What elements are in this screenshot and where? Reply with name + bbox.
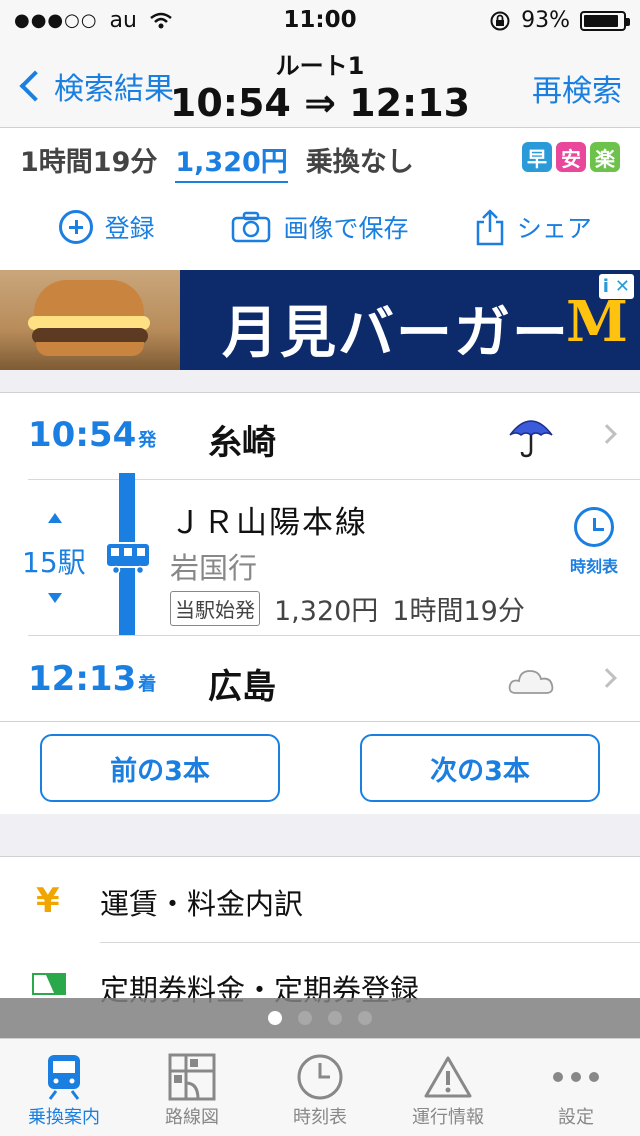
expand-up-icon[interactable] [48, 513, 62, 523]
chevron-right-icon [597, 668, 617, 688]
list-item-fare-breakdown[interactable]: ¥ 運賃・料金内訳 [0, 857, 640, 943]
rotation-lock-icon [490, 11, 510, 30]
transfer-count: 乗換なし [305, 147, 414, 178]
plus-circle-icon [58, 210, 93, 244]
tab-service-info[interactable]: 運行情報 [384, 1039, 512, 1136]
route-summary: 1時間19分 1,320円 乗換なし 早 安 楽 登録 画像で保存 シェア [0, 128, 640, 270]
origin-tag: 当駅始発 [170, 591, 260, 626]
share-button[interactable]: シェア [427, 208, 640, 246]
yen-icon: ¥ [36, 881, 60, 921]
badge-fastest: 早 [522, 142, 552, 172]
ad-banner[interactable]: 月見バーガー M i ✕ [0, 270, 640, 370]
page-dot [328, 1011, 342, 1025]
more-icon [553, 1072, 599, 1082]
prev-3-button[interactable]: 前の3本 [40, 734, 280, 802]
next-3-button[interactable]: 次の3本 [360, 734, 600, 802]
tab-label: 設定 [558, 1107, 594, 1128]
page-dot [358, 1011, 372, 1025]
ad-choices[interactable]: i ✕ [598, 274, 634, 299]
commuter-pass-icon [32, 973, 66, 995]
tab-label: 路線図 [165, 1107, 219, 1128]
page-dot [298, 1011, 312, 1025]
register-label: 登録 [104, 214, 155, 243]
clock-icon [297, 1054, 343, 1100]
timetable-button[interactable]: 時刻表 [562, 507, 626, 577]
navigation-bar: 検索結果 ルート1 10:54 ⇒ 12:13 再検索 [0, 40, 640, 128]
save-image-button[interactable]: 画像で保存 [213, 208, 426, 246]
burger-image [0, 270, 180, 370]
clock-icon [574, 507, 614, 547]
tab-transfer[interactable]: 乗換案内 [0, 1039, 128, 1136]
expand-down-icon[interactable] [48, 593, 62, 603]
mcdonalds-logo: M [566, 289, 628, 355]
station-count[interactable]: 15駅 [22, 541, 86, 581]
pagination-buttons: 前の3本 次の3本 [0, 722, 640, 814]
badge-cheapest: 安 [556, 142, 586, 172]
timetable-label: 時刻表 [569, 557, 618, 576]
departure-suffix: 発 [138, 430, 157, 451]
page-dot-active [268, 1011, 282, 1025]
departure-station: 糸崎 [208, 423, 276, 463]
departure-row[interactable]: 10:54 発 糸崎 [0, 393, 640, 479]
tab-label: 乗換案内 [28, 1107, 100, 1128]
arrival-row[interactable]: 12:13 着 広島 [0, 637, 640, 723]
tab-label: 運行情報 [412, 1107, 484, 1128]
train-icon [105, 542, 151, 575]
umbrella-icon [509, 420, 553, 458]
fare-breakdown-label: 運賃・料金内訳 [100, 887, 304, 921]
battery-percent: 93% [521, 8, 570, 33]
route-map-icon [168, 1053, 216, 1101]
info-list: ¥ 運賃・料金内訳 定期券料金・定期券登録 [0, 856, 640, 1007]
departure-time: 10:54 発 [28, 415, 157, 455]
arrival-time: 12:13 着 [28, 659, 157, 699]
close-icon[interactable]: ✕ [615, 276, 630, 297]
warning-icon [424, 1056, 472, 1098]
research-button[interactable]: 再検索 [532, 66, 622, 110]
save-image-label: 画像で保存 [283, 214, 409, 243]
cloud-icon [508, 670, 554, 694]
battery-icon [580, 10, 630, 31]
segment-duration: 1時間19分 [392, 596, 525, 627]
tab-bar: 乗換案内 路線図 時刻表 運行情報 設定 [0, 1038, 640, 1136]
share-icon [476, 209, 504, 246]
segment-fare: 1,320円 [274, 596, 379, 627]
register-button[interactable]: 登録 [0, 208, 213, 246]
duration: 1時間19分 [20, 147, 158, 178]
route-detail: 10:54 発 糸崎 15駅 ＪＲ山陽本線 岩国行 当駅始発 1,320円 1時間… [0, 392, 640, 722]
chevron-right-icon [597, 424, 617, 444]
train-destination: 岩国行 [170, 551, 258, 585]
train-segment: 15駅 ＪＲ山陽本線 岩国行 当駅始発 1,320円 1時間19分 時刻表 [0, 473, 640, 635]
arrival-suffix: 着 [138, 674, 157, 695]
camera-icon [232, 211, 271, 243]
info-icon[interactable]: i [603, 276, 609, 297]
tab-label: 時刻表 [293, 1107, 347, 1128]
badge-easiest: 楽 [590, 142, 620, 172]
tab-settings[interactable]: 設定 [512, 1039, 640, 1136]
page-indicator[interactable] [0, 998, 640, 1038]
train-icon [48, 1055, 80, 1100]
share-label: シェア [516, 214, 592, 243]
arrival-station: 広島 [208, 667, 276, 707]
tab-route-map[interactable]: 路線図 [128, 1039, 256, 1136]
fare-link[interactable]: 1,320円 [175, 140, 288, 183]
ad-headline: 月見バーガー [222, 301, 570, 366]
tab-timetable[interactable]: 時刻表 [256, 1039, 384, 1136]
status-bar: ●●●○○ au 11:00 93% [0, 0, 640, 40]
line-name: ＪＲ山陽本線 [170, 505, 368, 541]
